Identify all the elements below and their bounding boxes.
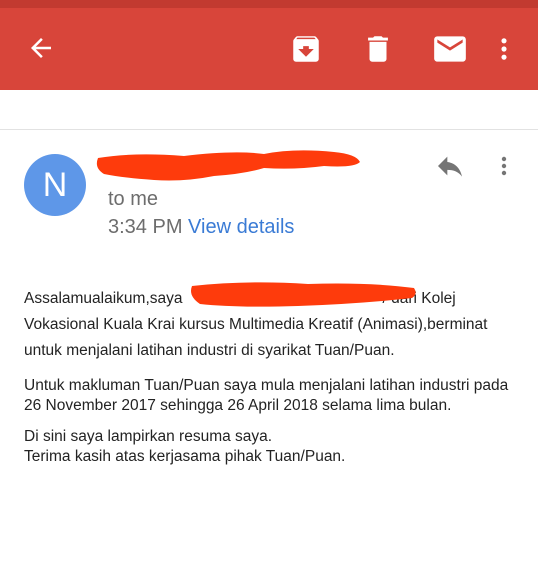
avatar-letter: N [42,165,68,204]
time-row: 3:34 PM View details [108,216,294,239]
name-redaction [191,282,416,307]
view-details-link[interactable]: View details [188,216,294,238]
reply-button[interactable] [430,150,470,182]
divider [0,129,538,130]
archive-button[interactable] [285,28,327,70]
reply-icon [438,156,462,177]
mark-unread-button[interactable] [428,28,472,70]
message-time: 3:34 PM [108,216,183,238]
delete-button[interactable] [358,28,398,70]
message-body: Assalamualaikum,saya / dari Kolej Vokasio… [24,286,524,478]
status-bar [0,0,538,8]
thanks-line: Terima kasih atas kerjasama pihak Tuan/P… [24,447,346,465]
greeting-text: Assalamualaikum,saya [24,290,183,307]
delete-icon [368,36,388,62]
more-vert-icon [501,38,507,60]
avatar[interactable]: N [24,154,86,216]
overflow-menu-button[interactable] [490,28,518,70]
sender-redaction [96,150,360,181]
back-button[interactable] [20,28,62,68]
subject-area [0,90,538,130]
more-vert-icon [501,156,507,176]
mail-icon [434,36,466,62]
attachment-note: Di sini saya lampirkan resuma saya. [24,428,273,445]
back-arrow-icon [31,38,51,58]
message-more-button[interactable] [492,148,516,184]
app-bar [0,0,538,90]
body-paragraph-3: Di sini saya lampirkan resuma saya. Teri… [24,427,524,466]
recipient-label[interactable]: to me [108,188,158,211]
archive-icon [293,36,319,62]
body-paragraph-2: Untuk makluman Tuan/Puan saya mula menja… [24,377,509,414]
